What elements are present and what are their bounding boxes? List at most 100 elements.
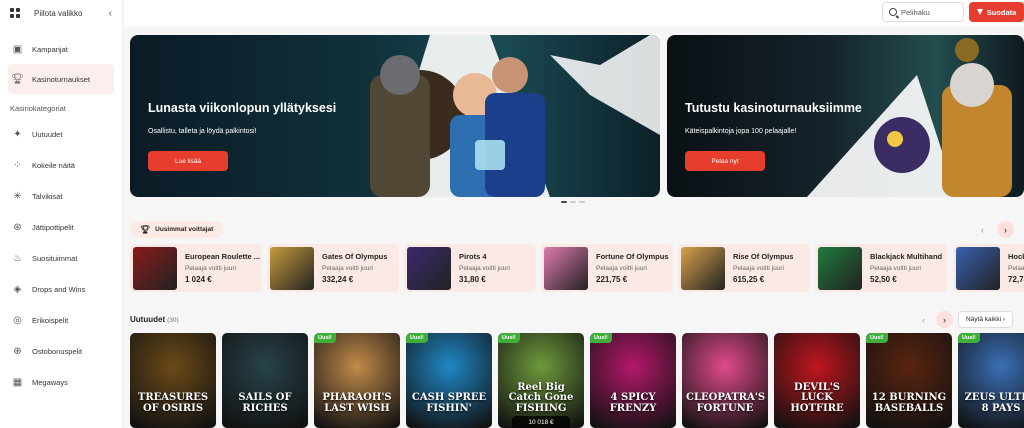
categories-heading: Kasinokategoriat xyxy=(10,104,66,113)
flame-icon: ♨ xyxy=(13,253,22,264)
top-bar: Pelihaku Suodata xyxy=(124,0,1024,26)
sidebar-item-label: Suosituimmat xyxy=(32,254,78,263)
winner-game-thumbnail xyxy=(818,246,862,290)
winner-card[interactable]: Fortune Of Olympus Pelaaja voitti juuri … xyxy=(541,244,673,292)
show-all-button[interactable]: Näytä kaikki › xyxy=(958,311,1013,328)
sidebar-item-uutuudet[interactable]: ✦ Uutuudet xyxy=(8,119,114,150)
game-title: CASH SPREE FISHIN' xyxy=(411,392,487,414)
megaways-icon: ▦ xyxy=(12,377,23,388)
winner-game-thumbnail xyxy=(681,246,725,290)
search-input[interactable]: Pelihaku xyxy=(882,2,964,22)
winner-card[interactable]: Blackjack Multihand Pelaaja voitti juuri… xyxy=(815,244,947,292)
main-content: Pelihaku Suodata Lunasta viikonlopun yll… xyxy=(124,0,1024,428)
winners-prev-arrow[interactable]: ‹ xyxy=(974,221,991,238)
game-tile[interactable]: CLEOPATRA'S FORTUNE xyxy=(682,333,768,428)
jackpot-amount: 10 018 € xyxy=(512,416,570,428)
sidebar-item-label: Kampanjat xyxy=(32,44,68,54)
chevron-left-icon[interactable]: ‹ xyxy=(109,8,112,19)
sidebar-item-label: Jättipottipelit xyxy=(32,223,74,232)
sidebar-item-ostobonuspelit[interactable]: ⊕ Ostobonuspelit xyxy=(8,336,114,367)
new-badge: Uusi! xyxy=(958,333,980,343)
winner-label: Pelaaja xyxy=(1008,265,1024,272)
winner-game-name: Hock xyxy=(1008,252,1024,261)
new-badge: Uusi! xyxy=(590,333,612,343)
search-icon xyxy=(889,8,897,16)
grid-icon xyxy=(10,8,20,18)
banner-title: Lunasta viikonlopun yllätyksesi xyxy=(148,101,337,115)
winner-label: Pelaaja voitti juuri xyxy=(733,265,784,272)
dice-icon: ⁘ xyxy=(13,160,22,171)
games-next-arrow[interactable]: › xyxy=(936,311,953,328)
game-tile[interactable]: CASH SPREE FISHIN' Uusi! xyxy=(406,333,492,428)
snowflake-icon: ✳ xyxy=(13,191,22,202)
game-tile[interactable]: SAILS OF RICHES xyxy=(222,333,308,428)
banner-title: Tutustu kasinoturnauksiimme xyxy=(685,101,862,115)
section-count: (30) xyxy=(167,317,179,324)
winner-game-name: Rise Of Olympus xyxy=(733,252,794,261)
new-badge: Uusi! xyxy=(498,333,520,343)
banner-subtitle: Osallistu, talleta ja löydä palkintosi! xyxy=(148,128,257,135)
new-icon: ✦ xyxy=(13,129,22,140)
special-icon: ◎ xyxy=(13,315,22,326)
game-tile[interactable]: DEVIL'S LUCK HOTFIRE xyxy=(774,333,860,428)
section-title-text: Uutuudet xyxy=(130,315,166,324)
game-title: 4 SPICY FRENZY xyxy=(609,392,657,414)
sidebar-item-kampanjat[interactable]: ▣ Kampanjat xyxy=(8,34,114,64)
game-title: Reel Big Catch Gone FISHING xyxy=(508,381,574,414)
winner-card[interactable]: Pirots 4 Pelaaja voitti juuri 31,80 € xyxy=(404,244,536,292)
game-tile[interactable]: Reel Big Catch Gone FISHING Uusi! 10 018 € xyxy=(498,333,584,428)
game-tile[interactable]: 4 SPICY FRENZY Uusi! xyxy=(590,333,676,428)
winner-label: Pelaaja voitti juuri xyxy=(322,265,373,272)
banner-cta-button[interactable]: Pelaa nyt xyxy=(685,151,765,171)
winner-amount: 1 024 € xyxy=(185,275,212,284)
winner-card[interactable]: European Roulette ... Pelaaja voitti juu… xyxy=(130,244,262,292)
banner-artwork xyxy=(807,38,1012,197)
sidebar-item-jattipottipelit[interactable]: ⊛ Jättipottipelit xyxy=(8,212,114,243)
promo-banner-weekend[interactable]: Lunasta viikonlopun yllätyksesi Osallist… xyxy=(130,35,660,197)
new-badge: Uusi! xyxy=(314,333,336,343)
sidebar-item-erikoispelit[interactable]: ◎ Erikoispelit xyxy=(8,305,114,336)
game-title: ZEUS ULTRA 8 PAYS xyxy=(964,392,1024,414)
game-tile[interactable]: TREASURES OF OSIRIS xyxy=(130,333,216,428)
promo-banner-tournaments[interactable]: Tutustu kasinoturnauksiimme Käteispalkin… xyxy=(667,35,1024,197)
sidebar-item-label: Kokeile näitä xyxy=(32,161,75,170)
games-prev-arrow[interactable]: ‹ xyxy=(915,311,932,328)
game-title: TREASURES OF OSIRIS xyxy=(137,392,209,414)
sidebar-toggle[interactable]: Piilota valikko ‹ xyxy=(0,0,122,26)
sidebar-item-drops[interactable]: ◈ Drops and Wins xyxy=(8,274,114,305)
sidebar-item-label: Erikoispelit xyxy=(32,316,69,325)
winner-label: Pelaaja voitti juuri xyxy=(459,265,510,272)
sidebar-item-kasinoturnaukset[interactable]: 🏆︎ Kasinoturnaukset xyxy=(8,64,114,94)
game-tile[interactable]: 12 BURNING BASEBALLS Uusi! xyxy=(866,333,952,428)
sidebar-item-kokeile[interactable]: ⁘ Kokeile näitä xyxy=(8,150,114,181)
winner-game-thumbnail xyxy=(270,246,314,290)
sidebar-item-label: Talvikisat xyxy=(32,192,63,201)
winner-card[interactable]: Gates Of Olympus Pelaaja voitti juuri 33… xyxy=(267,244,399,292)
winner-game-name: Blackjack Multihand xyxy=(870,252,943,261)
banner-cta-button[interactable]: Lue lisää xyxy=(148,151,228,171)
winner-card[interactable]: Rise Of Olympus Pelaaja voitti juuri 615… xyxy=(678,244,810,292)
winner-label: Pelaaja voitti juuri xyxy=(185,265,236,272)
filter-button[interactable]: Suodata xyxy=(969,2,1024,22)
game-tile[interactable]: PHARAOH'S LAST WISH Uusi! xyxy=(314,333,400,428)
cart-icon: ⊕ xyxy=(13,346,22,357)
winner-game-thumbnail xyxy=(956,246,1000,290)
sidebar-item-talvikisat[interactable]: ✳ Talvikisat xyxy=(8,181,114,212)
filter-icon xyxy=(976,9,983,15)
winner-card[interactable]: Hock Pelaaja 72,74 xyxy=(953,244,1024,292)
banner-artwork xyxy=(370,35,660,197)
sidebar-item-suosituimmat[interactable]: ♨ Suosituimmat xyxy=(8,243,114,274)
sidebar-item-label: Kasinoturnaukset xyxy=(32,74,90,84)
winner-game-name: Gates Of Olympus xyxy=(322,252,388,261)
sidebar-item-label: Megaways xyxy=(32,378,68,387)
game-tile[interactable]: ZEUS ULTRA 8 PAYS Uusi! xyxy=(958,333,1024,428)
sidebar-item-megaways[interactable]: ▦ Megaways xyxy=(8,367,114,398)
winner-game-thumbnail xyxy=(407,246,451,290)
winner-label: Pelaaja voitti juuri xyxy=(870,265,921,272)
winner-label: Pelaaja voitti juuri xyxy=(596,265,647,272)
winner-game-name: Pirots 4 xyxy=(459,252,487,261)
winners-next-arrow[interactable]: › xyxy=(997,221,1014,238)
carousel-dots[interactable] xyxy=(561,201,585,203)
sidebar-item-label: Drops and Wins xyxy=(32,285,86,294)
winner-game-name: Fortune Of Olympus xyxy=(596,252,669,261)
